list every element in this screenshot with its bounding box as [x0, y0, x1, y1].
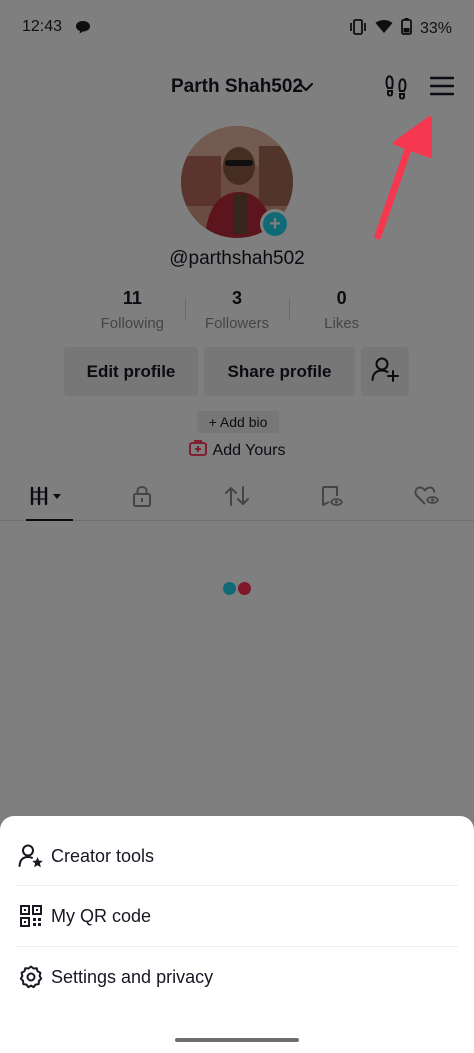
menu-item-qr-code[interactable]: My QR code [0, 886, 474, 946]
menu-item-label: Settings and privacy [51, 966, 214, 987]
creator-tools-icon [18, 843, 44, 869]
qr-code-icon [18, 903, 44, 929]
bottom-sheet-menu: Creator tools My QR code Settings and pr… [0, 816, 474, 1053]
menu-item-label: Creator tools [51, 845, 155, 866]
menu-item-label: My QR code [51, 905, 152, 926]
menu-item-creator-tools[interactable]: Creator tools [0, 826, 474, 886]
home-indicator[interactable] [175, 1038, 299, 1042]
menu-item-settings-privacy[interactable]: Settings and privacy [0, 947, 474, 1007]
settings-gear-icon [18, 964, 44, 990]
